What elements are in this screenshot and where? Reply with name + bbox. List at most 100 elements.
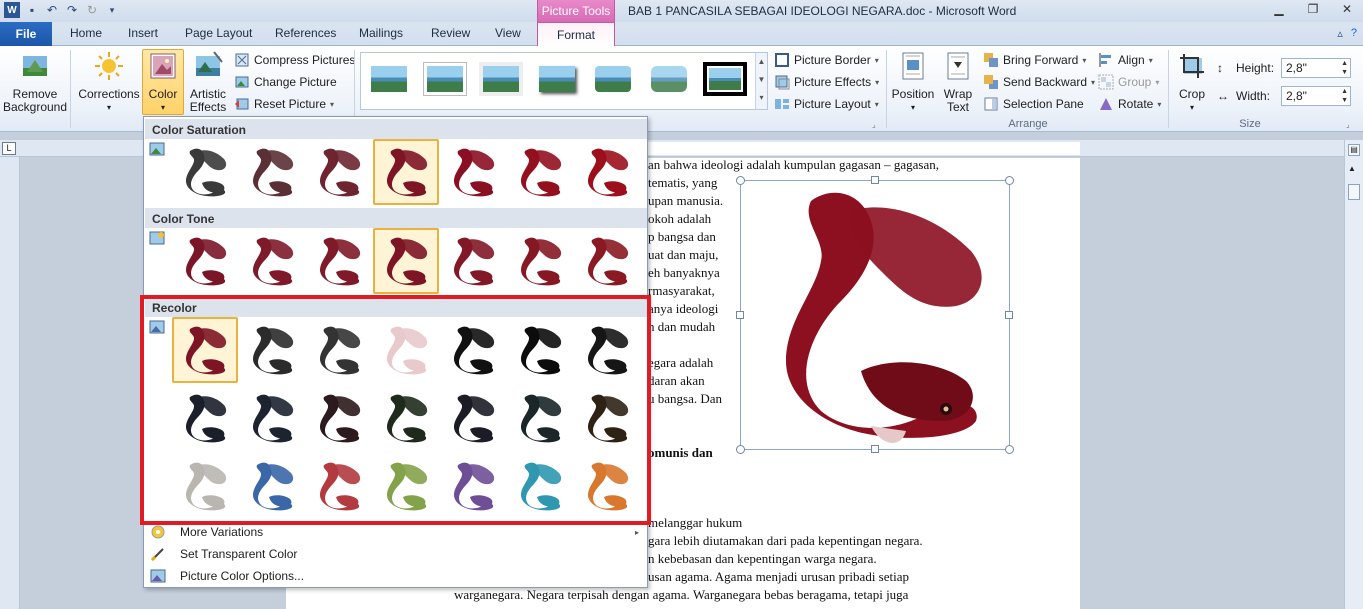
restore-icon[interactable]: ❐	[1305, 2, 1321, 16]
align-button[interactable]: Align ▾	[1098, 52, 1153, 68]
height-spinner-icon[interactable]: ▲ ▼	[1341, 59, 1348, 77]
color-saturation-option-3[interactable]	[306, 139, 372, 205]
set-transparent-color-item[interactable]: Set Transparent Color	[145, 543, 647, 565]
recolor-option-17[interactable]	[306, 453, 372, 519]
tab-page-layout[interactable]: Page Layout	[185, 26, 252, 40]
color-tone-option-5[interactable]	[440, 228, 506, 294]
reset-picture-button[interactable]: Reset Picture ▾	[234, 96, 334, 112]
more-variations-item[interactable]: More Variations ▸	[145, 521, 647, 543]
picture-border-button[interactable]: Picture Border ▾	[774, 52, 879, 68]
tab-references[interactable]: References	[275, 26, 336, 40]
scroll-up-icon[interactable]: ▲	[1348, 164, 1356, 173]
picture-style-5[interactable]	[591, 62, 635, 96]
picture-style-3[interactable]	[479, 62, 523, 96]
tab-view[interactable]: View	[495, 26, 521, 40]
resize-handle-ne[interactable]	[1005, 176, 1014, 185]
resize-handle-n[interactable]	[871, 176, 879, 184]
undo-icon[interactable]: ↶	[44, 2, 60, 18]
recolor-option-3[interactable]	[306, 317, 372, 383]
ruler-toggle-icon[interactable]: ▤	[1348, 144, 1360, 156]
recolor-option-8[interactable]	[172, 385, 238, 451]
tab-file[interactable]: File	[0, 22, 52, 46]
recolor-option-11[interactable]	[373, 385, 439, 451]
color-button[interactable]: Color ▾	[142, 50, 184, 114]
corrections-button[interactable]: Corrections ▾	[78, 50, 140, 114]
resize-handle-nw[interactable]	[736, 176, 745, 185]
minimize-ribbon-icon[interactable]: ▵	[1337, 27, 1343, 40]
recolor-option-12[interactable]	[440, 385, 506, 451]
help-icon[interactable]: ?	[1351, 27, 1357, 40]
send-backward-button[interactable]: Send Backward ▾	[983, 74, 1095, 90]
tab-insert[interactable]: Insert	[128, 26, 158, 40]
selection-pane-button[interactable]: Selection Pane	[983, 96, 1084, 112]
picture-style-1[interactable]	[367, 62, 411, 96]
tab-review[interactable]: Review	[431, 26, 470, 40]
width-spinner-icon[interactable]: ▲ ▼	[1341, 87, 1348, 105]
remove-background-button[interactable]: Remove Background	[2, 50, 68, 114]
recolor-option-14[interactable]	[574, 385, 640, 451]
dialog-launcher-icon[interactable]: ⌟	[872, 120, 876, 129]
resize-handle-w[interactable]	[736, 311, 744, 319]
rotate-button[interactable]: Rotate ▾	[1098, 96, 1161, 112]
recolor-option-18[interactable]	[373, 453, 439, 519]
recolor-option-2[interactable]	[239, 317, 305, 383]
color-tone-option-3[interactable]	[306, 228, 372, 294]
compress-pictures-button[interactable]: Compress Pictures	[234, 52, 355, 68]
selected-picture[interactable]	[736, 176, 1014, 454]
recolor-option-6[interactable]	[507, 317, 573, 383]
tab-selector-icon[interactable]: L	[2, 142, 16, 155]
color-tone-option-7[interactable]	[574, 228, 640, 294]
recolor-option-7[interactable]	[574, 317, 640, 383]
tab-home[interactable]: Home	[70, 26, 102, 40]
recolor-option-9[interactable]	[239, 385, 305, 451]
tab-format[interactable]: Format	[537, 22, 615, 47]
recolor-option-15[interactable]	[172, 453, 238, 519]
recolor-option-20[interactable]	[507, 453, 573, 519]
color-saturation-option-5[interactable]	[440, 139, 506, 205]
color-saturation-option-6[interactable]	[507, 139, 573, 205]
picture-style-7[interactable]	[703, 62, 747, 96]
redo-icon[interactable]: ↷	[64, 2, 80, 18]
word-app-icon[interactable]: W	[4, 2, 20, 18]
color-tone-option-2[interactable]	[239, 228, 305, 294]
recolor-option-19[interactable]	[440, 453, 506, 519]
color-tone-option-1[interactable]	[172, 228, 238, 294]
picture-effects-button[interactable]: Picture Effects ▾	[774, 74, 879, 90]
repeat-icon[interactable]: ↻	[84, 2, 100, 18]
color-saturation-option-2[interactable]	[239, 139, 305, 205]
scroll-thumb[interactable]	[1348, 184, 1360, 200]
resize-handle-sw[interactable]	[736, 445, 745, 454]
change-picture-button[interactable]: Change Picture	[234, 74, 337, 90]
minimize-icon[interactable]: ▁	[1271, 2, 1287, 16]
picture-style-6[interactable]	[647, 62, 691, 96]
picture-style-2[interactable]	[423, 62, 467, 96]
resize-handle-se[interactable]	[1005, 445, 1014, 454]
width-input[interactable]: 2,8" ▲ ▼	[1281, 86, 1351, 106]
recolor-option-13[interactable]	[507, 385, 573, 451]
picture-layout-button[interactable]: Picture Layout ▾	[774, 96, 879, 112]
vertical-scrollbar[interactable]: ▤ ▲	[1344, 140, 1363, 609]
recolor-option-5[interactable]	[440, 317, 506, 383]
picture-style-4[interactable]	[535, 62, 579, 96]
size-dialog-launcher-icon[interactable]: ⌟	[1346, 120, 1350, 129]
tab-mailings[interactable]: Mailings	[359, 26, 403, 40]
position-button[interactable]: Position ▾	[890, 50, 936, 114]
color-saturation-option-1[interactable]	[172, 139, 238, 205]
recolor-option-4[interactable]	[373, 317, 439, 383]
customize-qat-icon[interactable]: ▾	[104, 2, 120, 18]
recolor-option-16[interactable]	[239, 453, 305, 519]
color-saturation-option-4[interactable]	[373, 139, 439, 205]
wrap-text-button[interactable]: Wrap Text	[938, 50, 978, 114]
save-icon[interactable]: ▪	[24, 2, 40, 18]
height-input[interactable]: 2,8" ▲ ▼	[1281, 58, 1351, 78]
gallery-scroll[interactable]: ▲ ▼ ▾	[755, 53, 767, 109]
color-tone-option-6[interactable]	[507, 228, 573, 294]
artistic-effects-button[interactable]: Artistic Effects	[186, 50, 230, 114]
color-saturation-option-7[interactable]	[574, 139, 640, 205]
crop-button[interactable]: Crop ▾	[1172, 50, 1212, 114]
group-button[interactable]: Group ▾	[1098, 74, 1159, 90]
bring-forward-button[interactable]: Bring Forward ▾	[983, 52, 1086, 68]
recolor-option-21[interactable]	[574, 453, 640, 519]
recolor-option-10[interactable]	[306, 385, 372, 451]
resize-handle-s[interactable]	[871, 445, 879, 453]
